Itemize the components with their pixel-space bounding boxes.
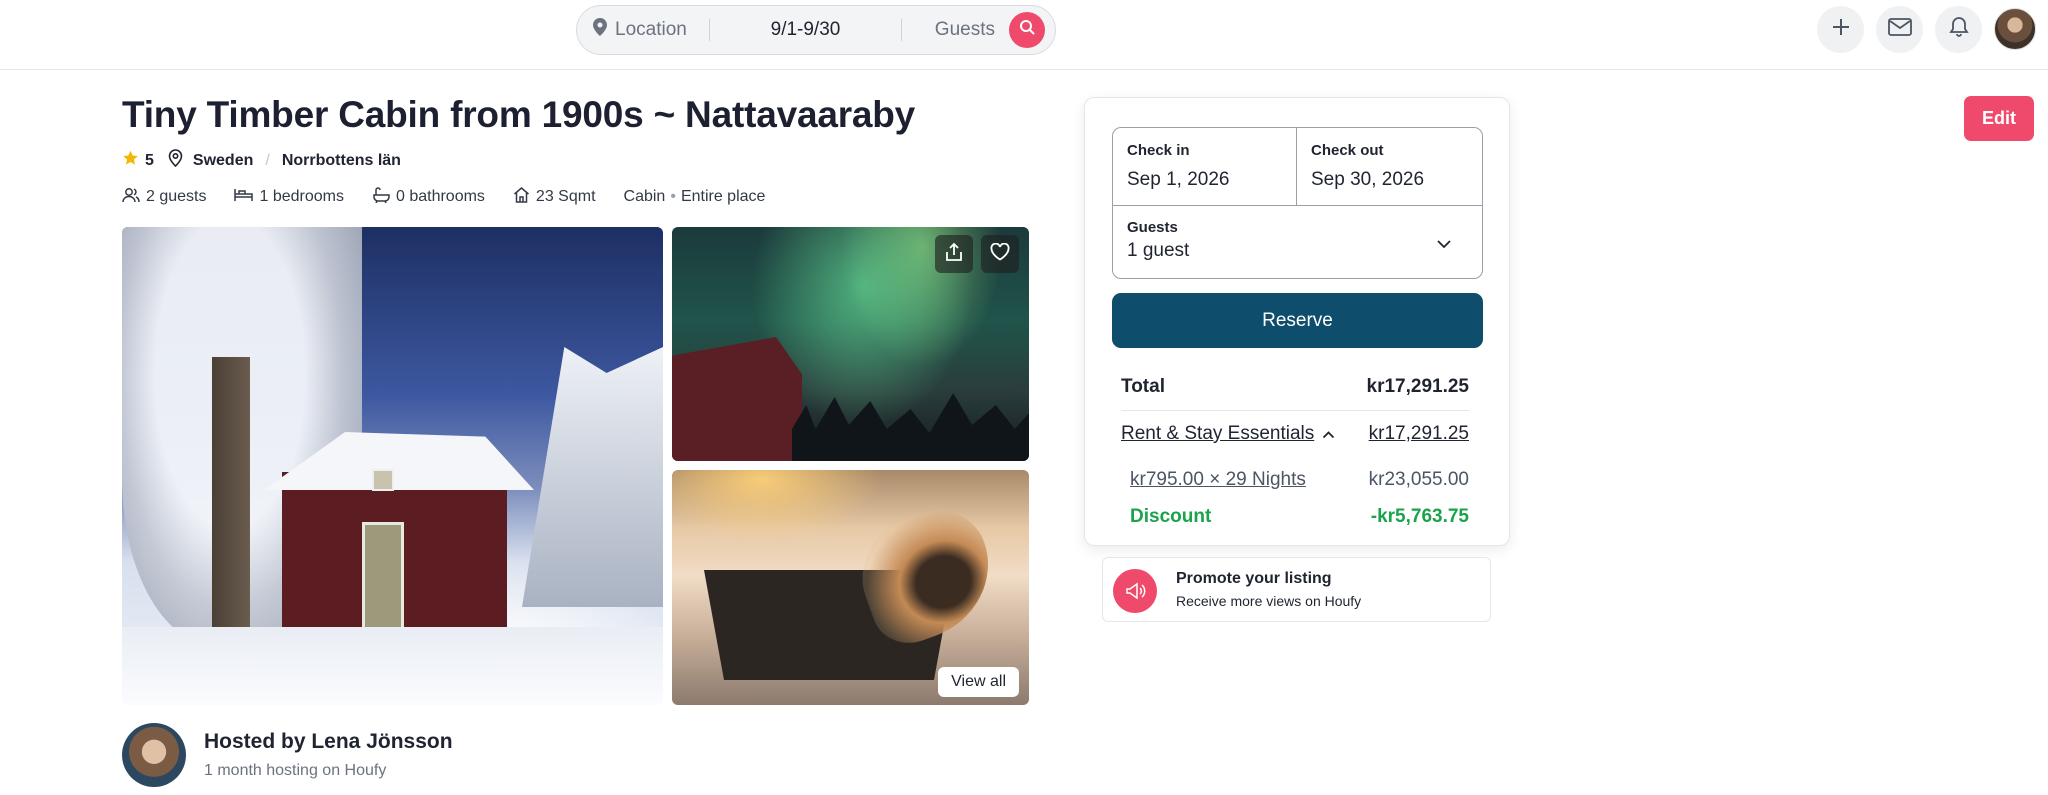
chevron-up-icon bbox=[1322, 423, 1335, 445]
host-avatar[interactable] bbox=[122, 723, 186, 787]
search-bar[interactable]: Location 9/1-9/30 Guests bbox=[576, 5, 1056, 55]
add-button[interactable] bbox=[1817, 6, 1864, 53]
separator-dot: • bbox=[670, 188, 676, 205]
property-type: Cabin bbox=[623, 188, 666, 205]
location-field[interactable]: Location bbox=[577, 6, 709, 54]
essentials-value[interactable]: kr17,291.25 bbox=[1369, 423, 1469, 445]
nights-label[interactable]: kr795.00 × 29 Nights bbox=[1130, 469, 1306, 491]
favorite-button[interactable] bbox=[981, 235, 1019, 273]
total-value: kr17,291.25 bbox=[1366, 376, 1470, 397]
bed-icon bbox=[234, 187, 254, 207]
bedrooms-count: 1 bedrooms bbox=[259, 188, 344, 205]
promo-title: Promote your listing bbox=[1176, 570, 1332, 587]
bath-icon bbox=[372, 186, 390, 208]
total-label: Total bbox=[1121, 376, 1165, 397]
guests-field[interactable]: Guests bbox=[902, 6, 1055, 54]
search-button[interactable] bbox=[1009, 12, 1045, 48]
plus-icon bbox=[1831, 17, 1851, 42]
top-header: Location 9/1-9/30 Guests bbox=[0, 0, 2048, 70]
booking-card: Check in Sep 1, 2026 Check out Sep 30, 2… bbox=[1084, 97, 1510, 546]
guests-placeholder: Guests bbox=[934, 19, 995, 40]
reserve-button[interactable]: Reserve bbox=[1112, 293, 1483, 348]
snow-ground bbox=[122, 627, 663, 705]
country-link[interactable]: Sweden bbox=[193, 152, 253, 170]
location-placeholder: Location bbox=[615, 19, 687, 40]
snowy-trees-right bbox=[522, 347, 663, 607]
guests-label: Guests bbox=[1127, 219, 1178, 236]
header-actions bbox=[1817, 6, 2036, 53]
view-all-photos-button[interactable]: View all bbox=[938, 667, 1019, 697]
discount-row: Discount -kr5,763.75 bbox=[1130, 506, 1469, 528]
mail-icon bbox=[1887, 18, 1912, 41]
total-row: Total kr17,291.25 bbox=[1121, 376, 1469, 411]
nights-row: kr795.00 × 29 Nights kr23,055.00 bbox=[1130, 469, 1469, 491]
aurora-cabin bbox=[672, 337, 802, 461]
users-icon bbox=[122, 187, 140, 208]
rating-value: 5 bbox=[145, 151, 154, 169]
cabin-door bbox=[362, 522, 404, 637]
messages-button[interactable] bbox=[1876, 6, 1923, 53]
checkout-label: Check out bbox=[1311, 142, 1384, 159]
heart-icon bbox=[990, 242, 1010, 266]
guests-count: 2 guests bbox=[146, 188, 207, 205]
bell-icon bbox=[1948, 16, 1969, 43]
fact-guests: 2 guests bbox=[122, 187, 206, 208]
chevron-down-icon bbox=[1436, 236, 1452, 254]
size-value: 23 Sqmt bbox=[535, 188, 596, 205]
bathrooms-count: 0 bathrooms bbox=[395, 188, 485, 205]
photo-aurora[interactable] bbox=[672, 227, 1029, 461]
photo-main-cabin-winter[interactable] bbox=[122, 227, 663, 705]
essentials-label: Rent & Stay Essentials bbox=[1121, 423, 1315, 444]
date-guest-picker: Check in Sep 1, 2026 Check out Sep 30, 2… bbox=[1112, 127, 1483, 279]
discount-label: Discount bbox=[1130, 506, 1212, 527]
photo-bird-feeder[interactable]: View all bbox=[672, 470, 1029, 705]
region-link[interactable]: Norrbottens län bbox=[282, 152, 401, 170]
fact-bedrooms: 1 bedrooms bbox=[234, 187, 344, 207]
essentials-row: Rent & Stay Essentials kr17,291.25 bbox=[1121, 423, 1469, 445]
checkin-value: Sep 1, 2026 bbox=[1127, 169, 1230, 190]
checkout-field[interactable]: Check out Sep 30, 2026 bbox=[1297, 128, 1482, 205]
share-icon bbox=[945, 242, 963, 267]
home-icon bbox=[513, 186, 530, 208]
location-pin-icon bbox=[593, 18, 607, 42]
checkout-value: Sep 30, 2026 bbox=[1311, 169, 1425, 190]
fact-type: Cabin • Entire place bbox=[624, 188, 766, 206]
promote-listing-card[interactable]: Promote your listing Receive more views … bbox=[1102, 557, 1491, 622]
search-icon bbox=[1019, 19, 1035, 41]
host-name: Hosted by Lena Jönsson bbox=[204, 730, 453, 753]
discount-value: -kr5,763.75 bbox=[1370, 506, 1469, 527]
breadcrumb-separator: / bbox=[265, 151, 270, 169]
notifications-button[interactable] bbox=[1935, 6, 1982, 53]
tree-trunk bbox=[212, 357, 250, 657]
place-type: Entire place bbox=[680, 188, 766, 205]
checkin-label: Check in bbox=[1127, 142, 1190, 159]
nights-value: kr23,055.00 bbox=[1368, 469, 1469, 490]
megaphone-icon bbox=[1113, 569, 1157, 613]
dates-field[interactable]: 9/1-9/30 bbox=[710, 6, 901, 54]
guests-select[interactable]: Guests 1 guest bbox=[1113, 205, 1482, 278]
listing-title: Tiny Timber Cabin from 1900s ~ Nattavaar… bbox=[122, 94, 916, 135]
edit-button[interactable]: Edit bbox=[1964, 96, 2034, 141]
star-icon bbox=[122, 150, 139, 171]
guests-value: 1 guest bbox=[1127, 240, 1190, 261]
listing-meta: 5 Sweden / Norrbottens län bbox=[122, 149, 401, 172]
aurora-tree-silhouettes bbox=[792, 393, 1029, 461]
listing-facts: 2 guests 1 bedrooms 0 bathrooms 23 Sqmt … bbox=[122, 186, 793, 208]
host-subtitle: 1 month hosting on Houfy bbox=[204, 762, 387, 779]
checkin-field[interactable]: Check in Sep 1, 2026 bbox=[1113, 128, 1297, 205]
fact-size: 23 Sqmt bbox=[513, 186, 596, 208]
location-icon bbox=[168, 149, 183, 172]
fact-bathrooms: 0 bathrooms bbox=[372, 186, 485, 208]
cabin-window bbox=[372, 469, 394, 491]
user-avatar[interactable] bbox=[1994, 8, 2036, 50]
share-button[interactable] bbox=[935, 235, 973, 273]
essentials-toggle[interactable]: Rent & Stay Essentials bbox=[1121, 423, 1335, 445]
promo-subtitle: Receive more views on Houfy bbox=[1176, 593, 1362, 609]
